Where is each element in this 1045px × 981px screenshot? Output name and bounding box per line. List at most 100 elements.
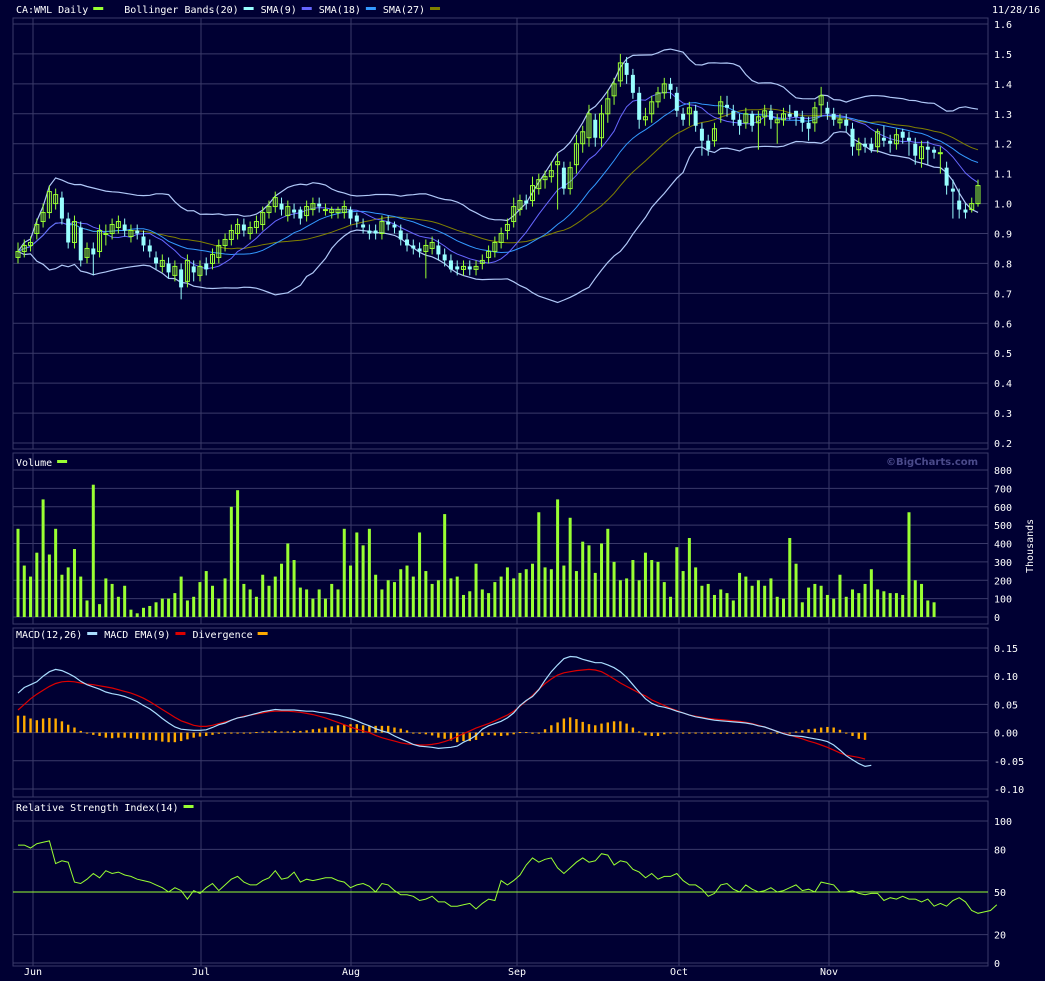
divergence-bar [801, 730, 804, 733]
volume-bar [474, 563, 478, 617]
divergence-bar [324, 727, 327, 733]
candle-body-down [944, 167, 949, 186]
volume-bar [756, 580, 760, 617]
divergence-bar [292, 730, 296, 733]
volume-axis-tick: 500 [994, 521, 1012, 532]
macd-axis-tick: 0.15 [994, 644, 1018, 655]
legend-label: CA:WML Daily [16, 5, 88, 16]
price-axis-tick: 0.7 [994, 289, 1012, 300]
divergence-bar [568, 717, 572, 733]
divergence-bar [663, 732, 666, 735]
candle-body-down [135, 230, 140, 234]
divergence-bar [123, 732, 126, 738]
divergence-bar [280, 731, 283, 733]
volume-bar [744, 576, 748, 617]
divergence-bar [35, 720, 39, 733]
divergence-bar [587, 724, 591, 733]
divergence-bar [16, 715, 20, 733]
divergence-bar [776, 732, 779, 734]
divergence-bar [223, 732, 227, 734]
volume-bar [16, 528, 20, 617]
volume-bar [66, 567, 70, 617]
legend-label: Relative Strength Index(14) [16, 803, 179, 814]
legend-swatch [301, 7, 312, 10]
divergence-bar [274, 730, 277, 733]
candle-body-down [442, 254, 447, 261]
divergence-bar [412, 732, 415, 734]
price-axis-tick: 1.6 [994, 20, 1012, 31]
volume-bar [825, 594, 829, 617]
divergence-bar [487, 732, 490, 735]
volume-bar [543, 567, 547, 617]
volume-bar [656, 561, 660, 617]
rsi-axis-tick: 50 [994, 888, 1006, 899]
volume-bar [211, 585, 215, 617]
volume-bar [549, 569, 553, 617]
rsi-axis-tick: 0 [994, 959, 1000, 970]
volume-bar [932, 602, 936, 617]
volume-bar [72, 549, 76, 617]
volume-bar [505, 567, 509, 617]
volume-bar [148, 605, 152, 617]
month-label: Sep [508, 967, 526, 978]
volume-bar [60, 574, 64, 617]
volume-bar [173, 593, 177, 617]
volume-bar [229, 506, 233, 617]
bollinger-upper-line [17, 48, 979, 252]
volume-bar [662, 582, 666, 617]
candle-body-down [844, 119, 849, 126]
volume-bar [675, 547, 679, 617]
volume-bar [386, 580, 390, 617]
volume-bar [600, 543, 604, 617]
volume-bar [587, 545, 591, 617]
divergence-bar [832, 727, 835, 733]
divergence-bar [386, 725, 390, 733]
volume-bar [574, 571, 578, 617]
volume-bar [643, 552, 647, 617]
divergence-bar [117, 732, 120, 738]
volume-bar [894, 593, 898, 617]
volume-bar [788, 537, 792, 617]
divergence-bar [863, 732, 867, 740]
price-axis-tick: 0.2 [994, 439, 1012, 450]
divergence-bar [525, 732, 528, 734]
volume-bar [537, 512, 541, 617]
price-axis-tick: 0.8 [994, 259, 1012, 270]
volume-bar [556, 499, 560, 617]
candle-body-down [166, 263, 171, 273]
divergence-bar [242, 732, 246, 734]
candle-body-down [932, 149, 937, 153]
legend-label: SMA(27) [383, 5, 425, 16]
divergence-bar [343, 724, 346, 733]
volume-bar [217, 598, 221, 617]
volume-bar [725, 593, 729, 617]
macd-axis-tick: 0.10 [994, 672, 1018, 683]
divergence-bar [104, 732, 108, 738]
divergence-bar [700, 732, 704, 734]
volume-bar [650, 560, 654, 617]
divergence-bar [813, 728, 817, 733]
volume-bar [731, 600, 735, 617]
candle-body-down [950, 188, 955, 192]
candle-body-down [405, 239, 410, 246]
candle-body-down [925, 146, 930, 150]
volume-bar [499, 576, 503, 617]
volume-bar [430, 583, 434, 617]
divergence-bar [430, 732, 434, 736]
volume-bar [204, 571, 208, 617]
price-axis-tick: 0.9 [994, 230, 1012, 241]
divergence-bar [167, 732, 170, 743]
volume-bar [91, 484, 95, 617]
candle-body-down [154, 257, 159, 264]
panel-frame [12, 627, 989, 798]
divergence-bar [713, 732, 716, 734]
legend-label: Volume [16, 458, 52, 469]
stock-chart-svg: 1.6 1.5 1.4 1.3 1.2 1.1 1.0 0.9 0.8 0.7 0.6 0.5 0.4 0… [12, 5, 1040, 978]
candle-body-up [322, 209, 328, 212]
divergence-bar [236, 732, 239, 734]
candle-body-down [524, 200, 529, 204]
volume-bar [512, 578, 516, 617]
candle-body-down [467, 266, 472, 270]
price-axis-tick: 1.1 [994, 170, 1012, 181]
divergence-bar [92, 732, 95, 735]
